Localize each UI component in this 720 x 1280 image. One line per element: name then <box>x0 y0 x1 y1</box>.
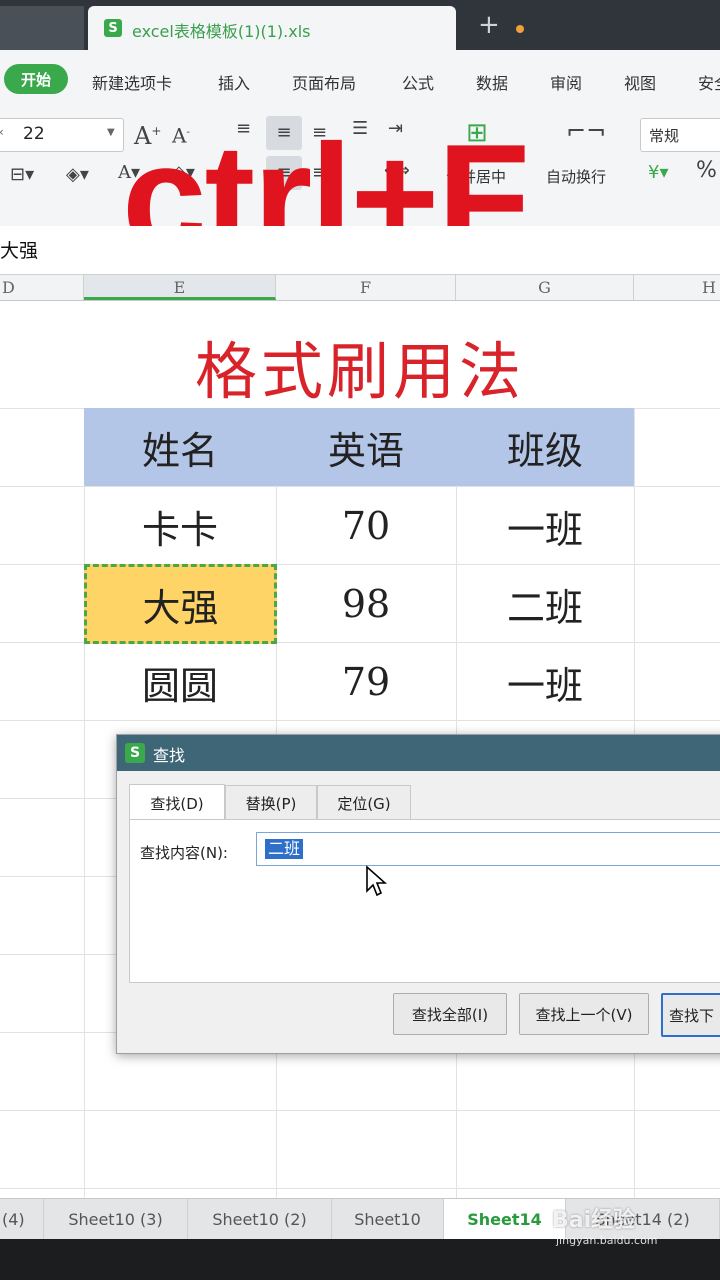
tab-goto[interactable]: 定位(G) <box>317 785 411 820</box>
auto-wrap-button[interactable]: 自动换行 <box>546 166 606 187</box>
header-cell-name[interactable]: 姓名 <box>84 408 276 486</box>
menu-page-layout[interactable]: 页面布局 <box>292 70 356 94</box>
sheet-tab[interactable]: (4) <box>0 1199 44 1239</box>
border-icon[interactable]: ⊟▾ <box>10 164 34 186</box>
menu-security[interactable]: 安全 <box>698 70 720 94</box>
find-dialog: S 查找 查找(D) 替换(P) 定位(G) 查找内容(N): 二班 查找全部(… <box>116 734 720 1054</box>
find-content-value: 二班 <box>265 839 304 859</box>
menu-formula[interactable]: 公式 <box>402 70 434 94</box>
document-tab[interactable]: S excel表格模板(1)(1).xls <box>88 6 524 50</box>
chevron-down-icon: ▼ <box>107 127 115 138</box>
table-cell[interactable]: 一班 <box>456 487 634 565</box>
sheet-tab[interactable]: Sheet10 <box>332 1199 444 1239</box>
fill-color-icon[interactable]: ◈▾ <box>66 164 89 186</box>
wrap-text-icon[interactable]: ⌐¬ <box>566 119 606 143</box>
previous-tab[interactable] <box>0 6 84 50</box>
percent-button[interactable]: % <box>696 160 717 182</box>
chevron-left-icon: ‹ <box>0 125 4 139</box>
tab-find[interactable]: 查找(D) <box>129 784 225 821</box>
header-cell-english[interactable]: 英语 <box>276 408 456 486</box>
find-previous-button[interactable]: 查找上一个(V) <box>519 993 649 1035</box>
menu-new-tab[interactable]: 新建选项卡 <box>92 70 172 94</box>
tab-replace[interactable]: 替换(P) <box>225 785 317 820</box>
wps-spreadsheet-icon: S <box>104 19 122 37</box>
title-bar: S excel表格模板(1)(1).xls + <box>0 0 720 50</box>
wps-dialog-icon: S <box>125 743 145 763</box>
column-header-bar: D E F G H <box>0 275 720 301</box>
mouse-cursor-icon <box>366 865 387 897</box>
menu-review[interactable]: 审阅 <box>550 70 582 94</box>
table-cell[interactable]: 卡卡 <box>84 487 276 565</box>
table-cell[interactable]: 二班 <box>456 565 634 643</box>
find-all-button[interactable]: 查找全部(I) <box>393 993 507 1035</box>
sheet-title[interactable]: 格式刷用法 <box>0 321 720 411</box>
font-size-select[interactable]: ‹ 22 ▼ <box>0 118 124 152</box>
formula-bar-content[interactable]: 大强 <box>0 236 38 263</box>
watermark-logo: Bai经验 <box>552 1208 636 1233</box>
selected-cell[interactable]: 大强 <box>84 564 277 644</box>
number-format-value: 常规 <box>649 127 680 145</box>
menu-insert[interactable]: 插入 <box>218 70 250 94</box>
find-content-label: 查找内容(N): <box>140 844 228 862</box>
table-cell[interactable]: 70 <box>276 487 456 565</box>
document-tab-title: excel表格模板(1)(1).xls <box>132 22 311 41</box>
table-cell[interactable]: 79 <box>276 643 456 721</box>
column-header-d[interactable]: D <box>0 275 84 300</box>
header-cell-class[interactable]: 班级 <box>456 408 634 486</box>
menu-start-button[interactable]: 开始 <box>4 64 68 94</box>
column-header-f[interactable]: F <box>276 275 456 300</box>
menu-data[interactable]: 数据 <box>476 70 508 94</box>
column-header-e[interactable]: E <box>84 275 276 300</box>
table-cell[interactable]: 98 <box>276 565 456 643</box>
menu-bar: 开始 新建选项卡 插入 页面布局 公式 数据 审阅 视图 安全 <box>0 50 720 108</box>
column-header-h[interactable]: H <box>634 275 720 300</box>
table-cell[interactable]: 圆圆 <box>84 643 276 721</box>
formula-bar[interactable]: 大强 <box>0 226 720 275</box>
currency-icon[interactable]: ¥▾ <box>648 162 669 184</box>
new-tab-button[interactable]: + <box>478 10 500 40</box>
watermark-url: jingyan.baidu.com <box>556 1234 658 1247</box>
find-next-button[interactable]: 查找下 <box>661 993 720 1037</box>
find-content-input[interactable]: 二班 <box>256 832 720 866</box>
dialog-title-bar[interactable]: S 查找 <box>117 735 720 771</box>
sheet-tab[interactable]: Sheet10 (2) <box>188 1199 332 1239</box>
unsaved-dot-icon <box>516 25 524 33</box>
menu-view[interactable]: 视图 <box>624 70 656 94</box>
sheet-tab-active[interactable]: Sheet14 <box>444 1199 566 1239</box>
font-size-value: 22 <box>23 124 45 144</box>
table-cell[interactable]: 一班 <box>456 643 634 721</box>
dialog-title: 查找 <box>153 746 186 765</box>
find-panel: 查找内容(N): 二班 <box>129 819 720 983</box>
column-header-g[interactable]: G <box>456 275 634 300</box>
sheet-tab[interactable]: Sheet10 (3) <box>44 1199 188 1239</box>
number-format-select[interactable]: 常规 <box>640 118 720 152</box>
